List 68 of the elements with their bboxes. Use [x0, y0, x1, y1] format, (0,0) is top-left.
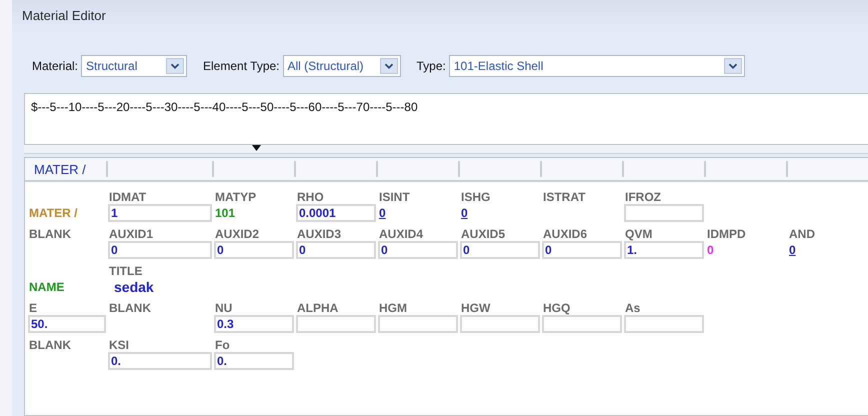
field-label: RHO — [296, 190, 325, 204]
input-field[interactable]: 0 — [296, 240, 376, 259]
field-label: AUXID6 — [542, 226, 588, 241]
input-field[interactable]: 0. — [108, 352, 212, 370]
dropdown-label: Element Type: — [203, 59, 280, 73]
input-field[interactable]: 0 — [214, 240, 294, 259]
chevron-down-icon — [724, 58, 742, 74]
title-value: sedak — [113, 278, 155, 297]
input-field[interactable]: 1. — [624, 240, 704, 259]
field-value: 0 — [706, 242, 715, 259]
value-link[interactable]: 0 — [788, 240, 796, 260]
dropdown[interactable]: Structural — [81, 55, 188, 77]
field-label: QVM — [624, 226, 654, 241]
chevron-down-icon — [380, 58, 398, 74]
field-label: E — [28, 301, 38, 316]
input-field[interactable] — [624, 315, 704, 334]
field-label: AUXID5 — [460, 226, 506, 241]
field-label: As — [624, 301, 642, 316]
field-label: ISTRAT — [542, 190, 586, 204]
input-field[interactable] — [378, 315, 458, 334]
field-label: BLANK — [28, 338, 72, 352]
card-tab[interactable]: MATER / — [28, 161, 108, 177]
dropdown-label: Material: — [32, 59, 78, 73]
field-label: ISHG — [460, 190, 492, 204]
field-label: AUXID4 — [378, 226, 424, 241]
field-label: KSI — [108, 338, 130, 352]
card-label: MATER / — [28, 204, 78, 222]
chevron-down-icon — [166, 58, 184, 74]
field-label: AND — [788, 226, 816, 241]
card-label: NAME — [28, 278, 66, 296]
input-field[interactable]: 0. — [214, 352, 294, 370]
field-label: NU — [214, 301, 234, 316]
field-label: MATYP — [214, 190, 258, 204]
field-label: ALPHA — [296, 301, 340, 316]
text-editor[interactable]: $---5---10----5---20----5---30----5---40----5---50----5---60----5---70----5---80 — [24, 93, 868, 145]
field-label: BLANK — [28, 226, 72, 241]
field-label: IDMAT — [108, 190, 148, 204]
input-field[interactable]: 1 — [108, 204, 212, 222]
input-field[interactable]: 50. — [28, 315, 106, 334]
input-field[interactable] — [624, 204, 704, 222]
dropdown[interactable]: All (Structural) — [282, 55, 401, 77]
field-label: IFROZ — [624, 190, 662, 204]
input-field[interactable]: 0.0001 — [296, 204, 376, 222]
field-label: TITLE — [108, 264, 144, 278]
field-label: HGQ — [542, 301, 572, 316]
triangle-down-icon[interactable] — [252, 145, 260, 151]
dropdown[interactable]: 101-Elastic Shell — [448, 55, 745, 77]
field-label: BLANK — [108, 301, 152, 316]
input-field[interactable]: 0 — [108, 240, 212, 259]
field-label: HGM — [378, 301, 408, 316]
input-field[interactable]: 0 — [378, 240, 458, 259]
input-field[interactable] — [296, 315, 376, 334]
input-field[interactable]: 0.3 — [214, 315, 294, 334]
value-link[interactable]: 0 — [378, 204, 386, 222]
input-field[interactable]: 0 — [542, 240, 622, 259]
field-label: AUXID2 — [214, 226, 260, 241]
value-link[interactable]: 0 — [460, 204, 468, 222]
field-label: HGW — [460, 301, 492, 316]
field-label: AUXID1 — [108, 226, 154, 241]
field-value: 101 — [214, 204, 236, 222]
input-field[interactable] — [460, 315, 540, 334]
field-label: AUXID3 — [296, 226, 342, 241]
field-label: IDMPD — [706, 226, 747, 241]
input-field[interactable]: 0 — [460, 240, 540, 259]
field-label: ISINT — [378, 190, 411, 204]
field-label: Fo — [214, 338, 231, 352]
dropdown-label: Type: — [416, 59, 446, 73]
input-field[interactable] — [542, 315, 622, 334]
